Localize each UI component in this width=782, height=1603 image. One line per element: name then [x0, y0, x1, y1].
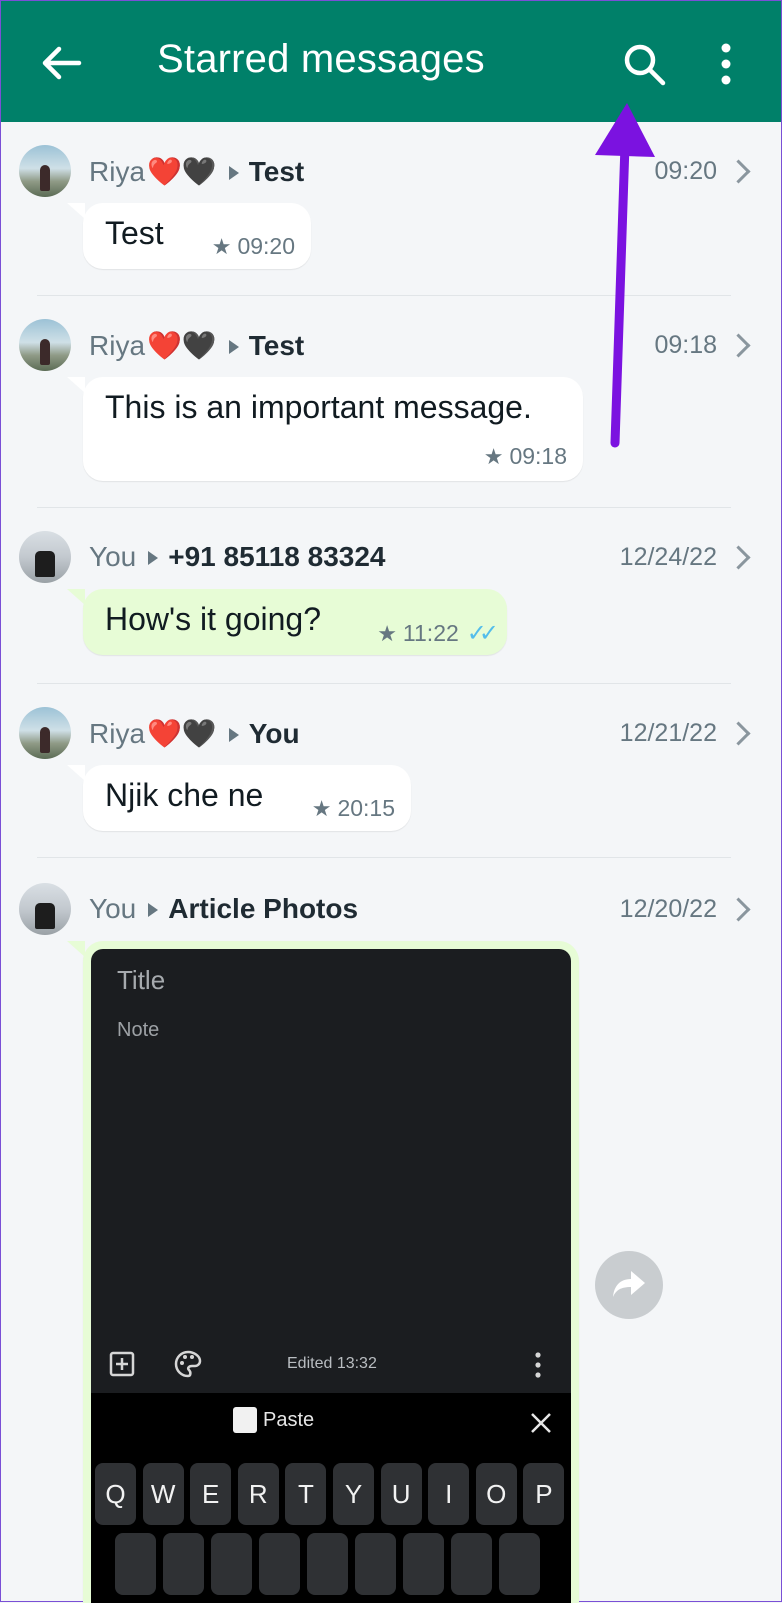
avatar — [19, 883, 71, 935]
message-bubble[interactable]: Test ★ 09:20 — [67, 203, 311, 269]
note-toolbar: Edited 13:32 — [91, 1339, 571, 1395]
arrow-right-icon — [228, 165, 239, 180]
clipboard-icon — [233, 1407, 257, 1433]
message-time: 09:18 — [509, 443, 567, 469]
star-icon: ★ — [311, 796, 332, 821]
note-title-placeholder: Title — [117, 965, 166, 995]
arrow-right-icon — [148, 902, 159, 917]
message-time: 11:22 — [402, 620, 459, 646]
message-time: 20:15 — [337, 795, 395, 821]
chevron-right-icon[interactable] — [726, 333, 751, 358]
chevron-right-icon[interactable] — [726, 545, 751, 570]
message-date: 09:20 — [654, 157, 717, 185]
forward-button[interactable] — [595, 1251, 663, 1319]
heart-emojis: ❤️🖤 — [147, 330, 217, 361]
sender-name: Riya — [89, 330, 146, 361]
message-bubble[interactable]: Njik che ne ★ 20:15 — [67, 765, 411, 831]
key-e: E — [190, 1463, 232, 1525]
star-icon: ★ — [483, 444, 504, 469]
read-ticks-icon: ✓✓ — [466, 620, 499, 647]
keyboard: Paste QWERTYUIOP — [91, 1393, 571, 1603]
message-time: 09:20 — [237, 233, 295, 259]
chat-name: Article Photos — [168, 893, 359, 924]
annotation-arrow — [595, 103, 655, 448]
sender-name: You — [89, 541, 137, 572]
arrow-right-icon — [148, 550, 159, 565]
message-text: How's it going? — [105, 601, 321, 637]
paste-label: Paste — [263, 1409, 315, 1431]
avatar — [19, 531, 71, 583]
starred-message-item[interactable]: Riya❤️🖤 You 12/21/22 Njik che ne ★ 20:15 — [1, 705, 781, 845]
starred-message-item[interactable]: You +91 85118 83324 12/24/22 How's it goi… — [1, 529, 781, 669]
image-preview[interactable]: Title Note Edited 13:32 Paste QWERTYUIOP — [91, 949, 571, 1603]
arrow-right-icon — [228, 727, 239, 742]
palette-icon — [174, 1350, 202, 1378]
key-u: U — [380, 1463, 422, 1525]
chat-name: You — [248, 718, 300, 749]
chat-name: Test — [248, 330, 305, 361]
chevron-right-icon[interactable] — [726, 897, 751, 922]
key-i: I — [428, 1463, 470, 1525]
starred-message-item[interactable]: Riya❤️🖤 Test 09:18 This is an important m… — [1, 317, 781, 487]
key-y: Y — [333, 1463, 374, 1525]
star-icon: ★ — [377, 621, 397, 646]
heart-emojis: ❤️🖤 — [147, 718, 217, 749]
more-options-icon — [535, 1352, 541, 1378]
divider — [37, 683, 731, 684]
search-icon[interactable] — [621, 41, 667, 87]
key-r: R — [237, 1463, 279, 1525]
chevron-right-icon[interactable] — [726, 159, 751, 184]
sender-name: Riya — [89, 718, 146, 749]
arrow-right-icon — [228, 339, 239, 354]
edited-timestamp: Edited 13:32 — [287, 1355, 377, 1372]
heart-emojis: ❤️🖤 — [147, 156, 217, 187]
avatar — [19, 145, 71, 197]
share-arrow-icon — [613, 1271, 645, 1297]
chevron-right-icon[interactable] — [726, 721, 751, 746]
sender-name: Riya — [89, 156, 146, 187]
key-q: Q — [95, 1463, 136, 1525]
message-text: Njik che ne — [105, 777, 264, 813]
starred-message-item[interactable]: Riya❤️🖤 Test 09:20 Test ★ 09:20 — [1, 141, 781, 291]
avatar — [19, 707, 71, 759]
chat-name: Test — [248, 156, 305, 187]
message-date: 12/24/22 — [619, 543, 717, 571]
note-body-placeholder: Note — [117, 1019, 160, 1041]
add-box-icon — [109, 1351, 135, 1377]
key-t: T — [285, 1463, 327, 1525]
chat-name: +91 85118 83324 — [168, 541, 386, 572]
message-date: 09:18 — [654, 331, 717, 359]
key-o: O — [475, 1463, 517, 1525]
divider — [37, 857, 731, 858]
message-text: This is an important message. — [105, 389, 532, 425]
message-text: Test — [105, 215, 164, 251]
back-arrow-icon[interactable] — [39, 41, 83, 85]
key-p: P — [523, 1463, 565, 1525]
key-w: W — [142, 1463, 184, 1525]
more-options-icon[interactable] — [713, 41, 739, 87]
divider — [37, 507, 731, 508]
star-icon: ★ — [211, 234, 232, 259]
app-bar: Starred messages — [1, 1, 781, 122]
page-title: Starred messages — [157, 37, 485, 81]
message-date: 12/20/22 — [619, 895, 717, 923]
message-bubble[interactable]: This is an important message. ★ 09:18 — [67, 377, 583, 481]
message-date: 12/21/22 — [619, 719, 717, 747]
sender-name: You — [89, 893, 137, 924]
message-bubble[interactable]: How's it going? ★ 11:22 ✓✓ — [67, 589, 507, 655]
avatar — [19, 319, 71, 371]
close-icon — [531, 1413, 551, 1433]
